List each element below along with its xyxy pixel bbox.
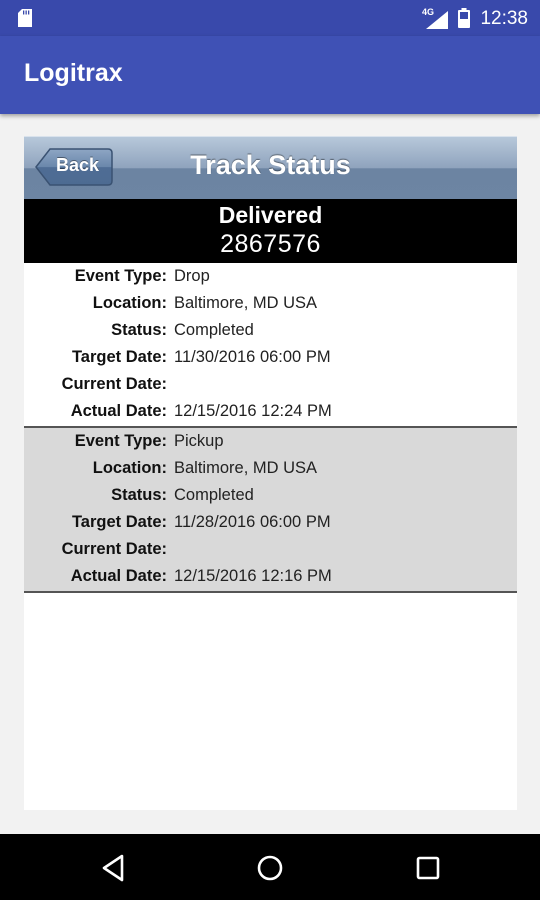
event-record: Event Type: Pickup Location: Baltimore, … <box>24 428 517 593</box>
target-date-label: Target Date: <box>71 348 167 366</box>
track-status-card: Back Track Status Delivered 2867576 Even… <box>24 136 517 810</box>
track-status-header: Back Track Status <box>24 136 517 199</box>
current-date-label: Current Date: <box>61 540 167 558</box>
target-date-label: Target Date: <box>71 513 167 531</box>
battery-icon <box>458 8 470 28</box>
location-value: Baltimore, MD USA <box>174 294 318 312</box>
status-value: Completed <box>174 486 254 504</box>
nav-home-icon[interactable] <box>254 852 286 884</box>
actual-date-value: 12/15/2016 12:24 PM <box>174 402 332 420</box>
event-type-row: Event Type: Pickup <box>24 429 517 456</box>
location-row: Location: Baltimore, MD USA <box>24 456 517 483</box>
event-type-label: Event Type: <box>74 267 167 285</box>
event-type-row: Event Type: Drop <box>24 264 517 291</box>
sd-card-icon <box>18 9 32 27</box>
signal-strength-icon <box>426 11 448 29</box>
target-date-row: Target Date: 11/28/2016 06:00 PM <box>24 510 517 537</box>
event-type-value: Drop <box>174 267 210 285</box>
current-date-label: Current Date: <box>61 375 167 393</box>
status-row: Status: Completed <box>24 318 517 345</box>
status-row: Status: Completed <box>24 483 517 510</box>
shipment-status-banner: Delivered 2867576 <box>24 199 517 263</box>
location-label: Location: <box>92 459 167 477</box>
actual-date-row: Actual Date: 12/15/2016 12:24 PM <box>24 399 517 426</box>
location-value: Baltimore, MD USA <box>174 459 318 477</box>
target-date-row: Target Date: 11/30/2016 06:00 PM <box>24 345 517 372</box>
page-title: Track Status <box>190 150 351 180</box>
target-date-value: 11/30/2016 06:00 PM <box>174 348 331 366</box>
event-type-label: Event Type: <box>74 432 167 450</box>
actual-date-row: Actual Date: 12/15/2016 12:16 PM <box>24 564 517 591</box>
actual-date-value: 12/15/2016 12:16 PM <box>174 567 332 585</box>
current-date-row: Current Date: <box>24 372 517 399</box>
nav-back-icon[interactable] <box>98 852 130 884</box>
status-value: Completed <box>174 321 254 339</box>
current-date-row: Current Date: <box>24 537 517 564</box>
location-label: Location: <box>92 294 167 312</box>
clock: 12:38 <box>480 8 528 29</box>
status-label: Status: <box>111 486 167 504</box>
event-record: Event Type: Drop Location: Baltimore, MD… <box>24 263 517 428</box>
network-indicator: 4G <box>422 7 452 29</box>
app-title: Logitrax <box>24 59 123 87</box>
delivery-status: Delivered <box>218 202 323 228</box>
location-row: Location: Baltimore, MD USA <box>24 291 517 318</box>
event-type-value: Pickup <box>174 432 224 450</box>
app-bar: Logitrax <box>0 36 540 114</box>
nav-recents-icon[interactable] <box>412 852 444 884</box>
status-label: Status: <box>111 321 167 339</box>
system-navigation-bar <box>0 834 540 900</box>
actual-date-label: Actual Date: <box>70 402 167 420</box>
status-bar: 4G 12:38 <box>0 0 540 36</box>
tracking-number: 2867576 <box>220 230 321 258</box>
target-date-value: 11/28/2016 06:00 PM <box>174 513 331 531</box>
actual-date-label: Actual Date: <box>70 567 167 585</box>
